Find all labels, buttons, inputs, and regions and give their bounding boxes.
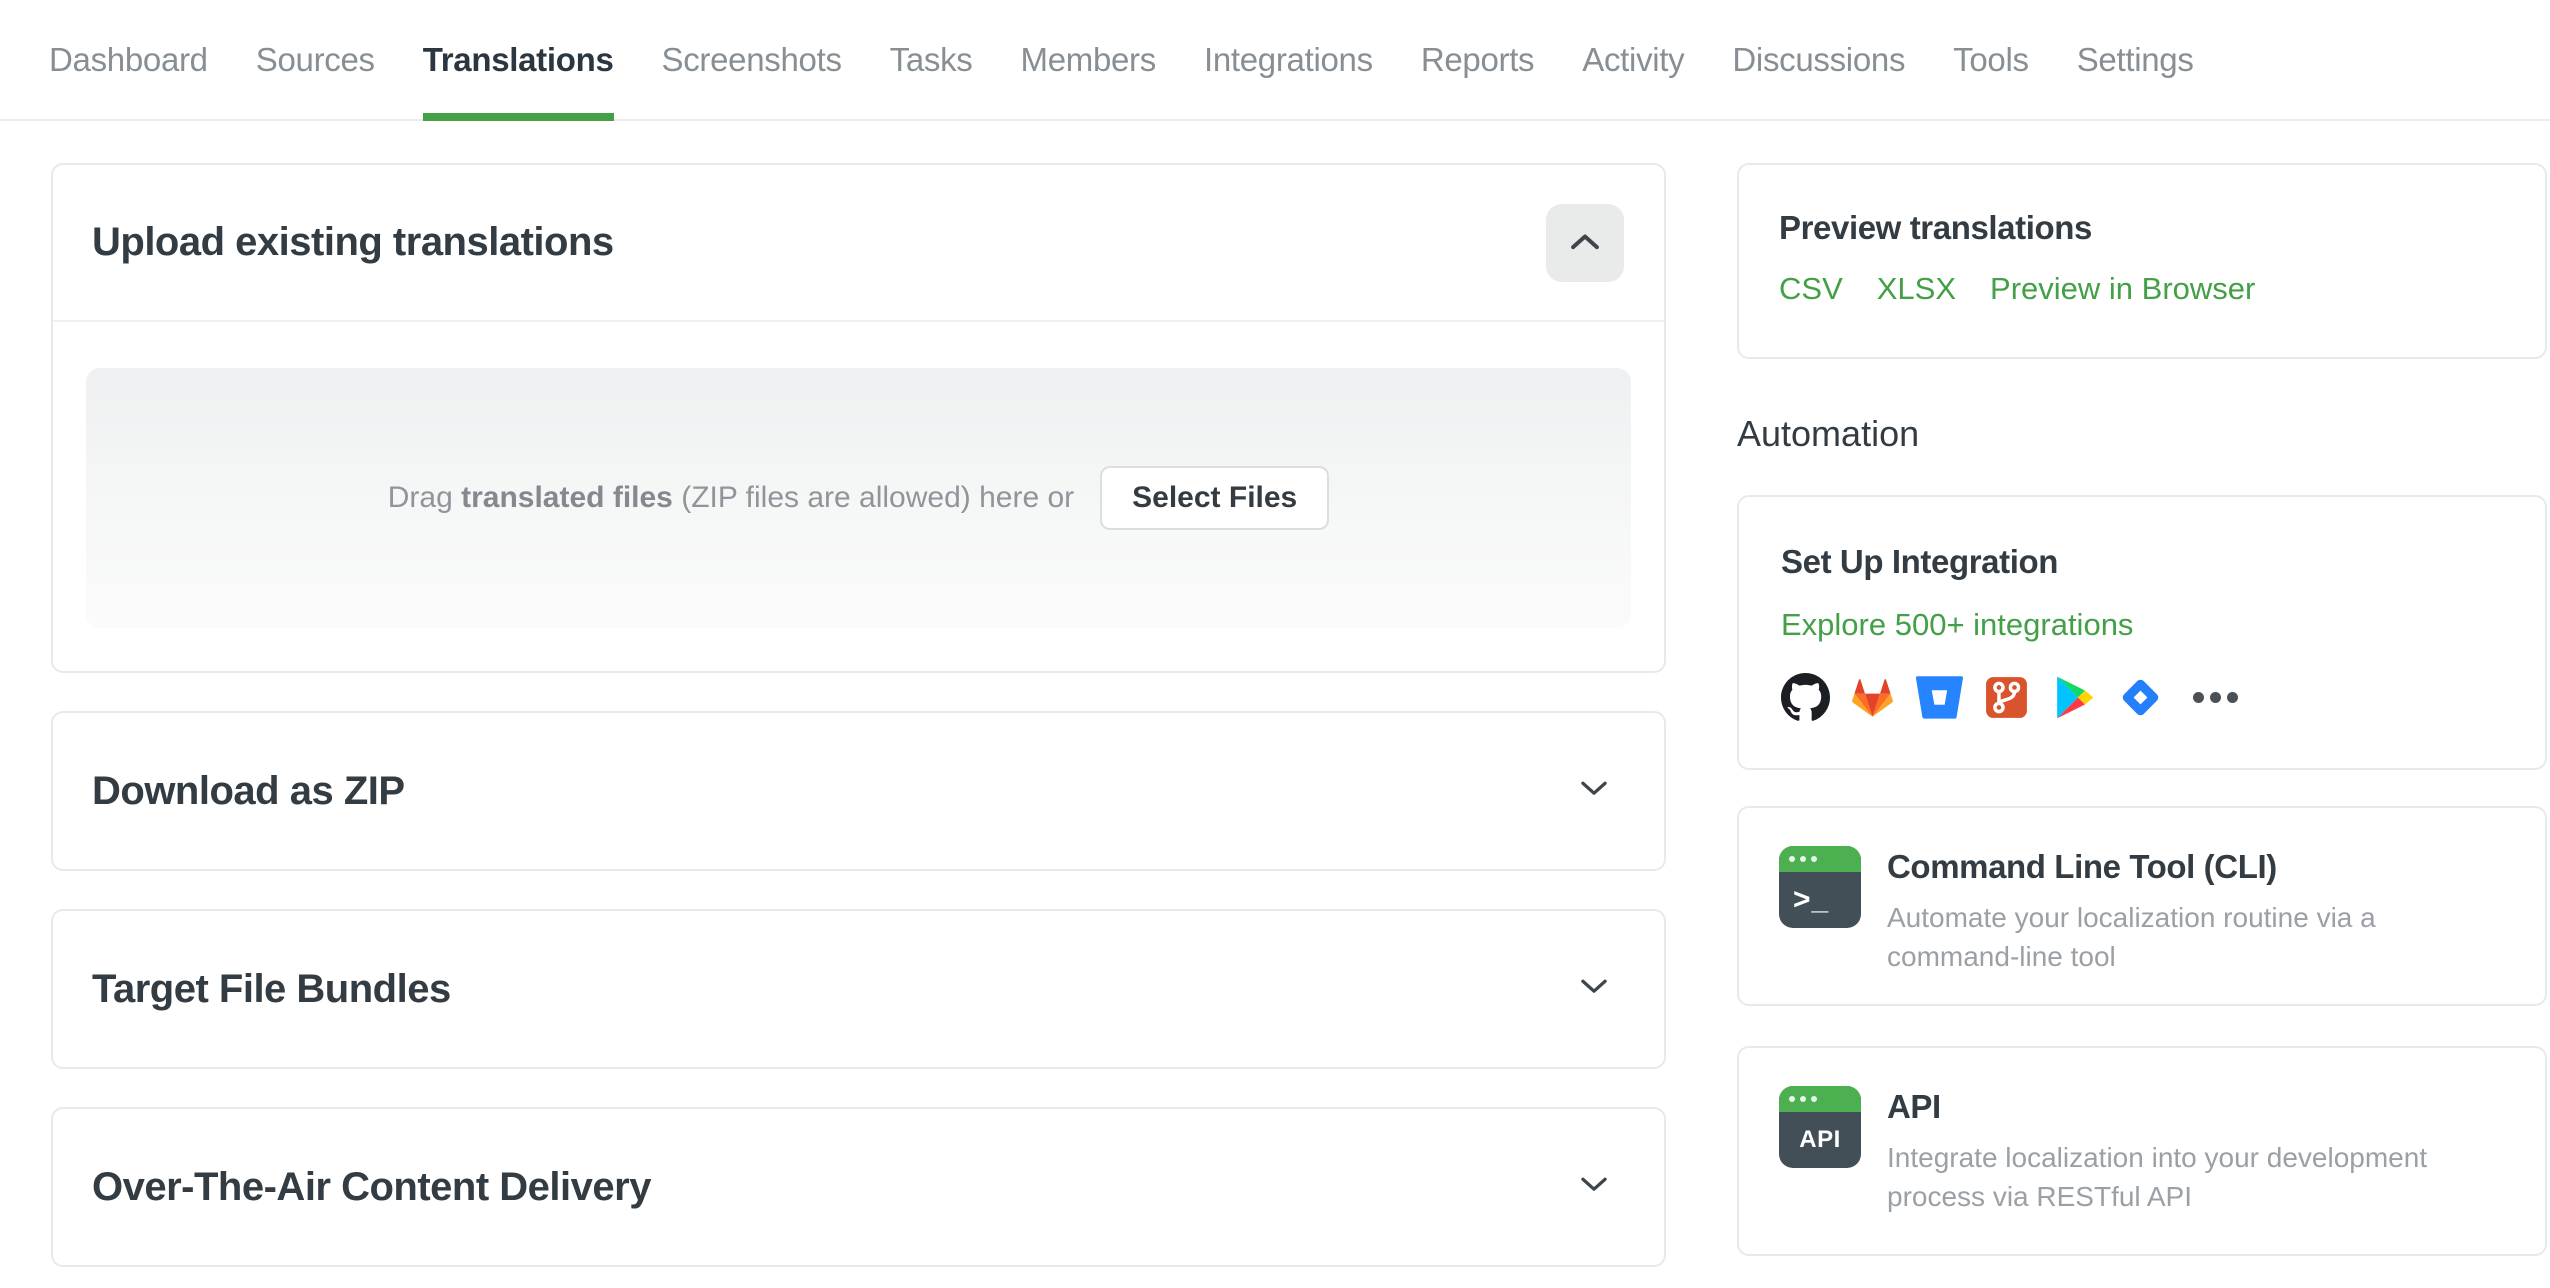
section-target-file-bundles[interactable]: Target File Bundles	[51, 909, 1666, 1069]
api-card[interactable]: API API Integrate localization into your…	[1737, 1046, 2547, 1256]
gitlab-icon[interactable]	[1848, 673, 1897, 722]
terminal-api-icon: API	[1779, 1086, 1861, 1168]
upload-card-header: Upload existing translations	[53, 165, 1664, 322]
tab-screenshots[interactable]: Screenshots	[662, 0, 842, 119]
sidebar: Preview translations CSV XLSX Preview in…	[1737, 163, 2547, 1267]
chevron-down-icon	[1580, 780, 1608, 802]
more-icon[interactable]	[2193, 692, 2238, 703]
bitbucket-icon[interactable]	[1915, 673, 1964, 722]
set-up-integration-title: Set Up Integration	[1781, 543, 2058, 580]
tab-integrations[interactable]: Integrations	[1204, 0, 1373, 119]
csv-link[interactable]: CSV	[1779, 271, 1843, 307]
chevron-down-icon	[1580, 978, 1608, 1000]
tab-sources[interactable]: Sources	[256, 0, 375, 119]
set-up-integration-card: Set Up Integration Explore 500+ integrat…	[1737, 495, 2547, 770]
top-nav: Dashboard Sources Translations Screensho…	[0, 0, 2550, 121]
google-play-icon[interactable]	[2049, 673, 2098, 722]
api-description: Integrate localization into your develop…	[1887, 1142, 2428, 1213]
upload-card-title: Upload existing translations	[92, 220, 614, 264]
automation-heading: Automation	[1737, 413, 1920, 454]
section-title: Target File Bundles	[92, 966, 451, 1011]
cli-tool-text: Command Line Tool (CLI) Automate your lo…	[1887, 846, 2487, 976]
jira-icon[interactable]	[2116, 673, 2165, 722]
main-content: Upload existing translations Drag transl…	[0, 121, 2550, 1267]
section-download-as-zip[interactable]: Download as ZIP	[51, 711, 1666, 871]
preview-translations-card: Preview translations CSV XLSX Preview in…	[1737, 163, 2547, 359]
xlsx-link[interactable]: XLSX	[1877, 271, 1956, 307]
chevron-down-icon	[1580, 1176, 1608, 1198]
upload-card-body: Drag translated files (ZIP files are all…	[53, 322, 1664, 673]
section-title: Download as ZIP	[92, 768, 405, 813]
tab-activity[interactable]: Activity	[1582, 0, 1684, 119]
tab-translations[interactable]: Translations	[422, 0, 614, 121]
cli-tool-description: Automate your localization routine via a…	[1887, 902, 2376, 973]
api-title: API	[1887, 1088, 1941, 1125]
select-files-button[interactable]: Select Files	[1100, 466, 1330, 530]
upload-existing-translations-card: Upload existing translations Drag transl…	[51, 163, 1666, 673]
chevron-up-icon	[1570, 232, 1600, 254]
tab-settings[interactable]: Settings	[2077, 0, 2194, 119]
cli-tool-title: Command Line Tool (CLI)	[1887, 848, 2277, 885]
git-icon[interactable]	[1982, 673, 2031, 722]
translations-panel: Upload existing translations Drag transl…	[51, 163, 1666, 1267]
collapse-button[interactable]	[1546, 203, 1624, 282]
preview-translations-title: Preview translations	[1779, 209, 2092, 246]
tab-tools[interactable]: Tools	[1953, 0, 2029, 119]
section-over-the-air-content-delivery[interactable]: Over-The-Air Content Delivery	[51, 1107, 1666, 1267]
file-dropzone[interactable]: Drag translated files (ZIP files are all…	[86, 368, 1631, 628]
preview-in-browser-link[interactable]: Preview in Browser	[1990, 271, 2255, 307]
section-title: Over-The-Air Content Delivery	[92, 1164, 651, 1209]
terminal-cli-icon: >_	[1779, 846, 1861, 928]
github-icon[interactable]	[1781, 673, 1830, 722]
preview-links: CSV XLSX Preview in Browser	[1779, 271, 2505, 307]
tab-members[interactable]: Members	[1021, 0, 1157, 119]
cli-tool-card[interactable]: >_ Command Line Tool (CLI) Automate your…	[1737, 806, 2547, 1006]
dropzone-text: Drag translated files (ZIP files are all…	[387, 481, 1075, 514]
api-text: API Integrate localization into your dev…	[1887, 1086, 2487, 1216]
explore-integrations-link[interactable]: Explore 500+ integrations	[1781, 607, 2133, 643]
integration-icons	[1781, 673, 2503, 722]
tab-discussions[interactable]: Discussions	[1732, 0, 1905, 119]
tab-dashboard[interactable]: Dashboard	[49, 0, 208, 119]
tab-tasks[interactable]: Tasks	[890, 0, 973, 119]
tab-reports[interactable]: Reports	[1421, 0, 1535, 119]
